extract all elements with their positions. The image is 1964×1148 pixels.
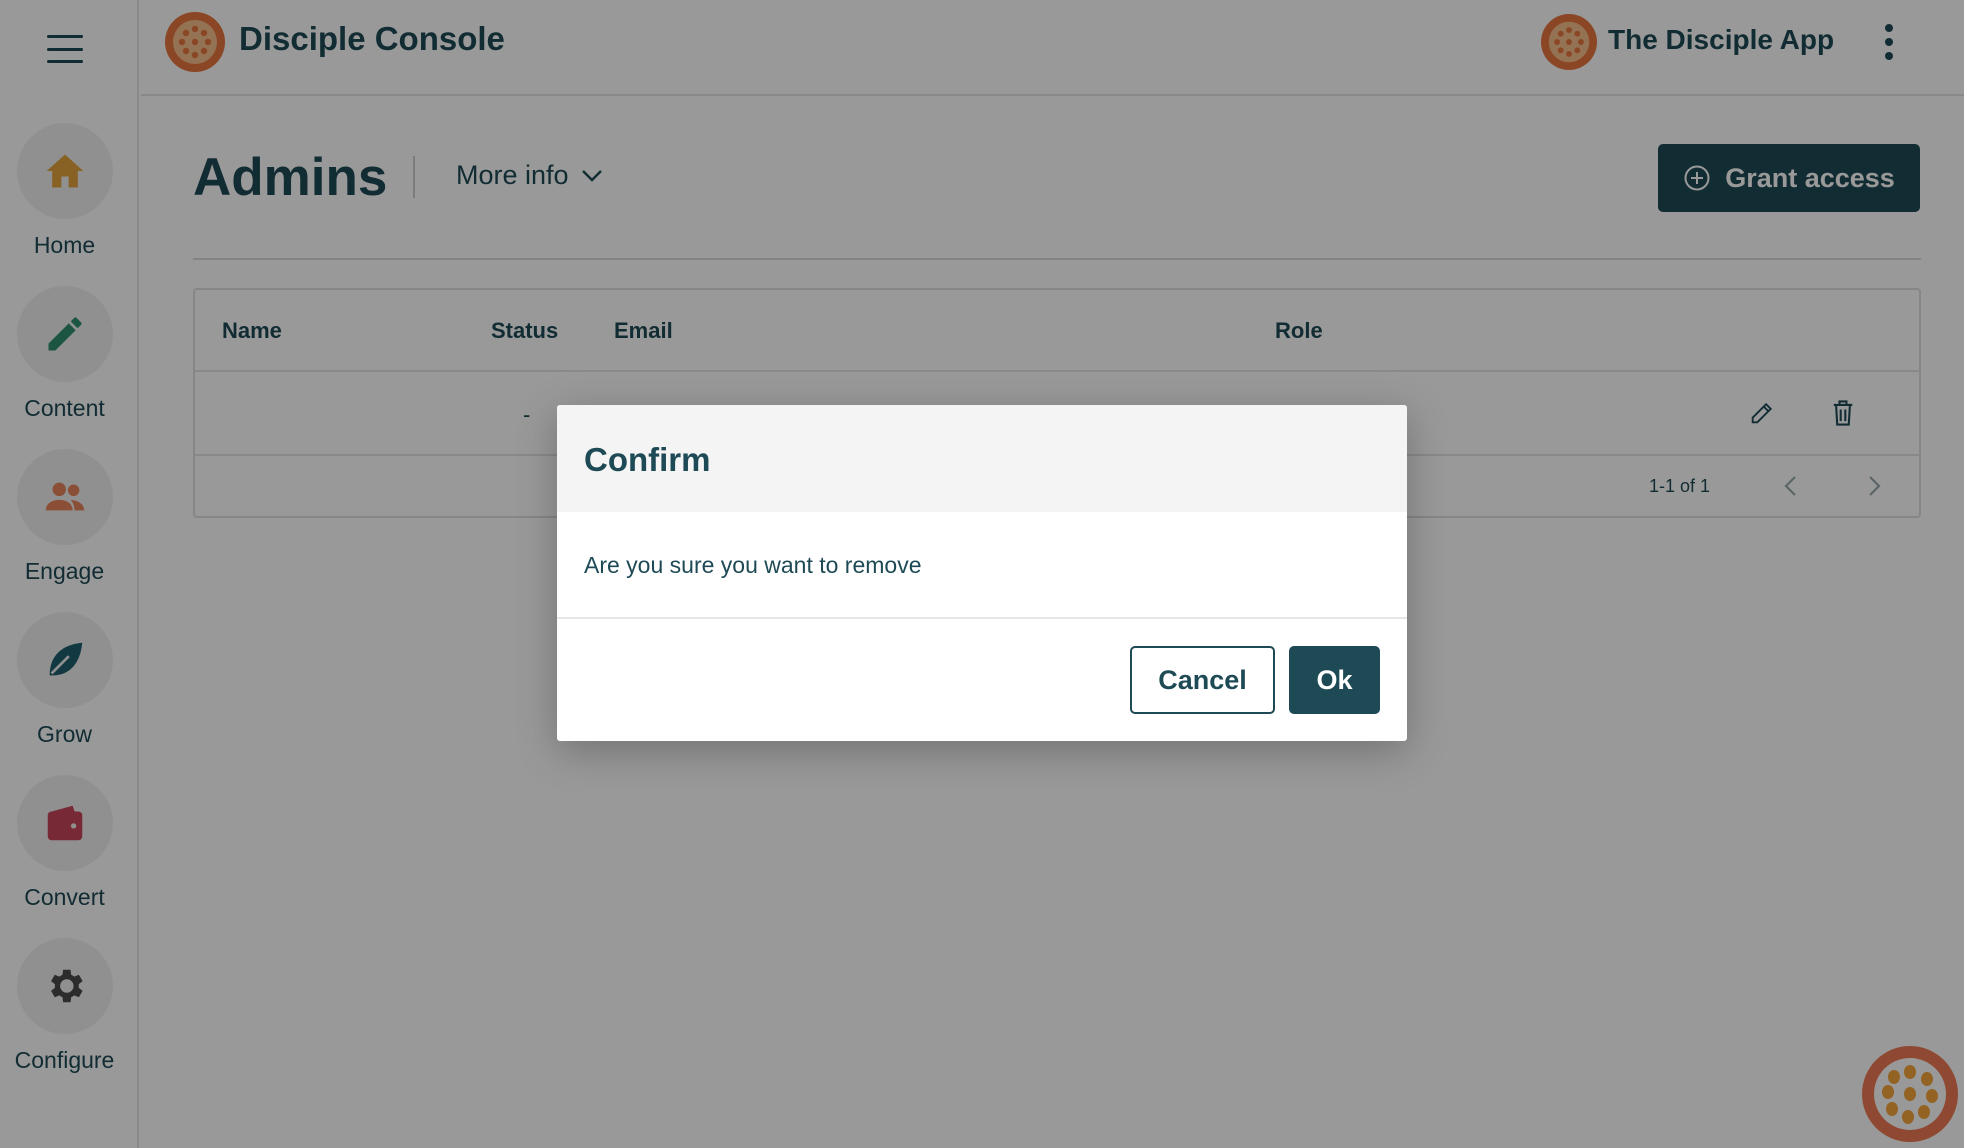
dialog-title: Confirm: [584, 441, 711, 478]
dialog-header: Confirm: [557, 405, 1407, 512]
dialog-message: Are you sure you want to remove: [584, 552, 922, 578]
ok-button[interactable]: Ok: [1289, 646, 1380, 714]
cancel-button[interactable]: Cancel: [1130, 646, 1275, 714]
confirm-dialog: Confirm Are you sure you want to remove …: [557, 405, 1407, 741]
dialog-divider: [557, 617, 1407, 619]
